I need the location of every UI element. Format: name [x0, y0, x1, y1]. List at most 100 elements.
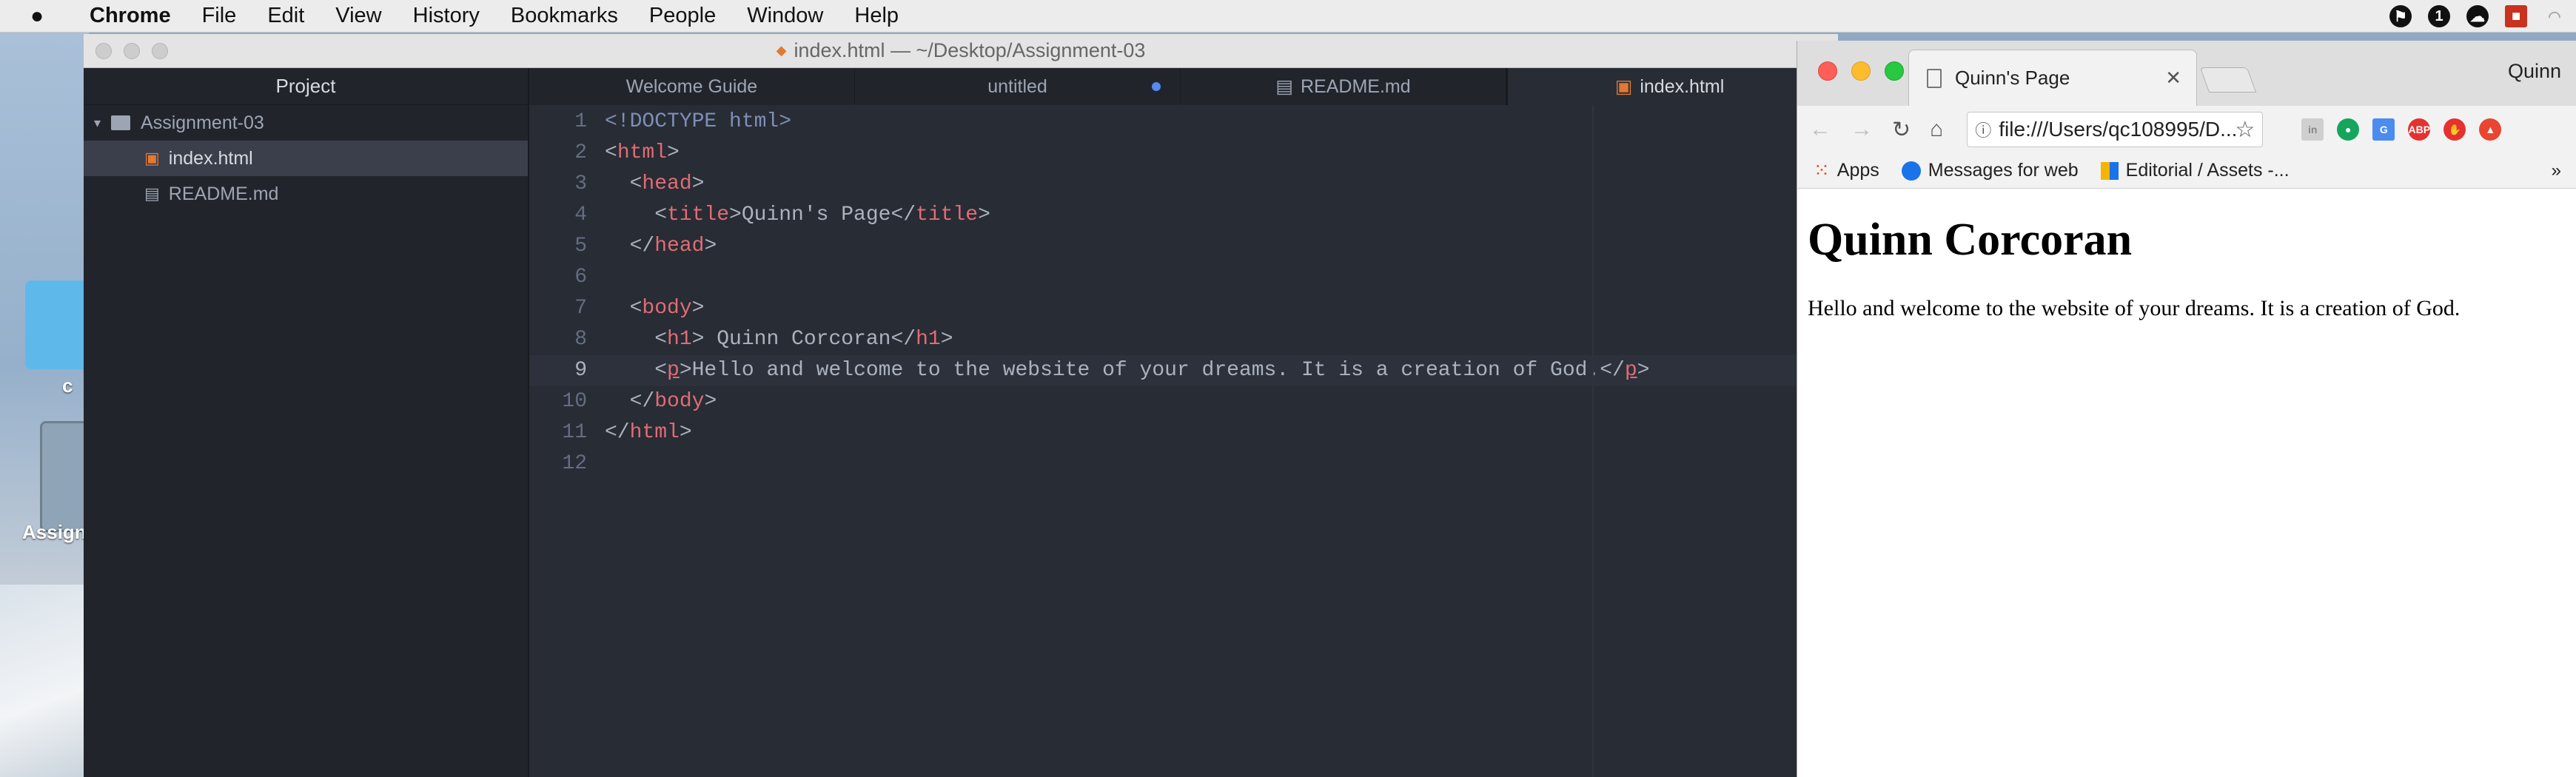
code-line: 7 <body>	[529, 293, 1838, 324]
apple-icon[interactable]: ●	[0, 4, 74, 29]
menu-bookmarks[interactable]: Bookmarks	[495, 4, 634, 28]
messages-icon	[1901, 161, 1921, 181]
desktop-folder-icon[interactable]	[25, 280, 89, 369]
address-text: file:///Users/qc108995/D...	[1999, 118, 2238, 141]
code-line: 12	[529, 448, 1838, 480]
bookmark-editorial[interactable]: Editorial / Assets -...	[2100, 160, 2290, 181]
book-icon: ▤	[144, 184, 160, 203]
profile-name[interactable]: Quinn	[2508, 60, 2561, 83]
linkedin-extension-icon[interactable]: in	[2301, 118, 2324, 141]
tree-folder[interactable]: ▾ Assignment-03	[84, 105, 528, 141]
line-number: 5	[574, 235, 587, 258]
line-number: 8	[574, 328, 587, 351]
html5-icon: ▣	[1614, 76, 1633, 97]
chrome-tab-strip: Quinn's Page ✕ Quinn	[1797, 41, 2576, 106]
apps-grid-icon: ⁙	[1814, 159, 1830, 181]
code-line: 6	[529, 262, 1838, 293]
close-button[interactable]	[1818, 61, 1837, 81]
adblock-extension-icon[interactable]: ABP	[2408, 118, 2431, 141]
browser-tab[interactable]: Quinn's Page ✕	[1908, 50, 2197, 106]
desktop-drive-icon[interactable]	[40, 421, 89, 532]
book-icon: ▤	[1275, 76, 1293, 97]
close-tab-icon[interactable]: ✕	[2165, 67, 2181, 90]
code-line: 3 <head>	[529, 169, 1838, 200]
bookmarks-overflow-icon[interactable]: »	[2552, 161, 2561, 181]
code-editor[interactable]: 1 <!DOCTYPE html> 2 <html> 3 <head> 4 <tit…	[529, 105, 1838, 777]
flag-icon[interactable]: ⚑	[2389, 5, 2412, 27]
atom-editor-window: ◆ index.html — ~/Desktop/Assignment-03 P…	[84, 34, 1838, 777]
window-title: index.html — ~/Desktop/Assignment-03	[794, 39, 1146, 61]
close-button[interactable]	[95, 43, 112, 59]
password-manager-icon[interactable]: 1	[2428, 5, 2450, 27]
translate-extension-icon[interactable]: G	[2372, 118, 2395, 141]
wrap-guide	[1592, 105, 1594, 777]
bookmark-label: Messages for web	[1928, 160, 2079, 181]
info-icon: ⓘ	[1975, 121, 1992, 140]
line-number: 1	[574, 110, 587, 133]
project-tree-panel: Project ▾ Assignment-03 ▣ index.html ▤ R…	[84, 68, 529, 777]
line-number: 6	[574, 266, 587, 289]
extensions-area: in ● G ABP ✋ ▲	[2301, 118, 2502, 141]
line-number: 11	[562, 421, 587, 444]
cloud-sync-icon[interactable]: ☁	[2466, 5, 2489, 27]
back-icon[interactable]: ←	[1809, 117, 1831, 142]
editorial-icon	[2100, 161, 2119, 180]
tab-untitled[interactable]: untitled	[855, 68, 1181, 105]
code-text: </html>	[605, 421, 692, 444]
bookmark-apps[interactable]: ⁙ Apps	[1814, 159, 1879, 182]
menu-people[interactable]: People	[634, 4, 731, 28]
app-tray-icon[interactable]: ■	[2505, 5, 2527, 27]
tab-index-html[interactable]: ▣ index.html	[1506, 68, 1832, 105]
line-number: 4	[574, 204, 587, 226]
code-text: <title>Quinn's Page</title>	[605, 204, 990, 226]
line-number: 10	[562, 390, 587, 413]
desktop-item-label: Assign	[22, 521, 87, 543]
code-line-current: 9 <p>Hello and welcome to the website of…	[529, 355, 1838, 386]
menu-file[interactable]: File	[187, 4, 252, 28]
editor-pane: Welcome Guide untitled ▤ README.md ▣ index…	[529, 68, 1838, 777]
project-header[interactable]: Project	[84, 68, 528, 105]
address-bar[interactable]: ⓘ file:///Users/qc108995/D... ☆	[1967, 112, 2264, 147]
menu-window[interactable]: Window	[731, 4, 839, 28]
code-text: <!DOCTYPE html>	[605, 110, 792, 133]
html5-icon: ▣	[144, 149, 160, 167]
tree-file-index[interactable]: ▣ index.html	[84, 141, 528, 176]
forward-icon[interactable]: →	[1851, 117, 1873, 142]
code-line: 10 </body>	[529, 386, 1838, 417]
menu-bar: ● Chrome File Edit View History Bookmark…	[0, 0, 2576, 33]
tree-file-readme[interactable]: ▤ README.md	[84, 176, 528, 212]
tab-label: index.html	[1640, 75, 1725, 97]
bookmarks-bar: ⁙ Apps Messages for web Editorial / Asset…	[1797, 153, 2576, 189]
hand-extension-icon[interactable]: ✋	[2443, 118, 2466, 141]
code-text: <html>	[605, 141, 680, 164]
editor-tab-bar: Welcome Guide untitled ▤ README.md ▣ index…	[529, 68, 1838, 105]
minimize-button[interactable]	[1851, 61, 1871, 81]
bookmark-star-icon[interactable]: ☆	[2235, 117, 2255, 143]
menu-history[interactable]: History	[398, 4, 495, 28]
upload-extension-icon[interactable]: ▲	[2479, 118, 2502, 141]
zoom-button[interactable]	[1885, 61, 1904, 81]
folder-icon	[111, 115, 131, 130]
menu-edit[interactable]: Edit	[252, 4, 320, 28]
web-page-content: Quinn Corcoran Hello and welcome to the …	[1797, 189, 2576, 346]
desktop-item-label: c	[62, 374, 73, 397]
menu-view[interactable]: View	[320, 4, 397, 28]
menu-app-name[interactable]: Chrome	[74, 4, 187, 28]
line-number: 7	[574, 297, 587, 320]
menu-bar-tray: ⚑ 1 ☁ ■ ◠	[2389, 0, 2566, 33]
new-tab-button[interactable]	[2199, 67, 2257, 92]
grammarly-extension-icon[interactable]: ●	[2337, 118, 2360, 141]
bookmark-label: Editorial / Assets -...	[2125, 160, 2290, 181]
tab-welcome-guide[interactable]: Welcome Guide	[529, 68, 855, 105]
tab-readme[interactable]: ▤ README.md	[1181, 68, 1506, 105]
line-number: 9	[574, 359, 587, 382]
zoom-button[interactable]	[152, 43, 168, 59]
code-line: 2 <html>	[529, 138, 1838, 169]
minimize-button[interactable]	[124, 43, 140, 59]
wifi-icon[interactable]: ◠	[2543, 5, 2566, 27]
home-icon[interactable]: ⌂	[1930, 117, 1943, 142]
bookmark-messages[interactable]: Messages for web	[1901, 160, 2079, 181]
modified-indicator	[1152, 82, 1161, 91]
reload-icon[interactable]: ↻	[1892, 117, 1911, 143]
menu-help[interactable]: Help	[839, 4, 914, 28]
